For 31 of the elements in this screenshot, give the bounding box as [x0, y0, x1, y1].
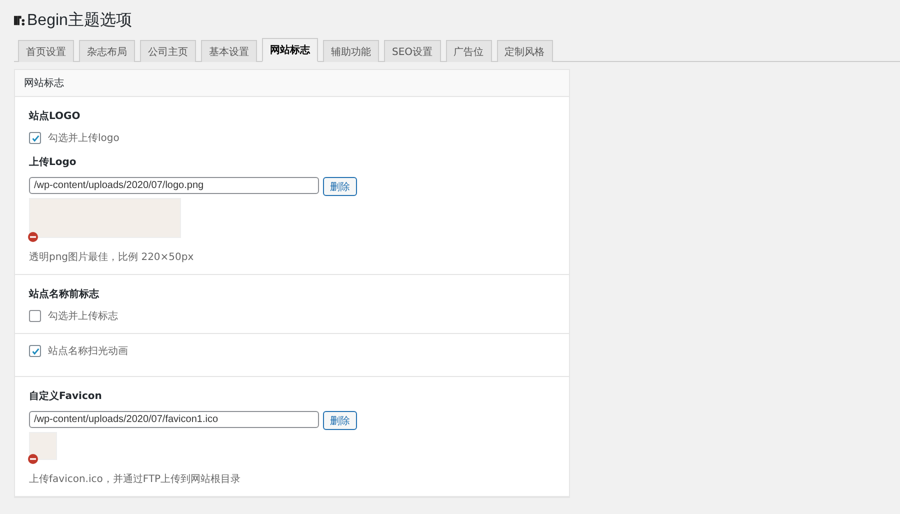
option-heading: 自定义Favicon: [29, 389, 103, 403]
tab[interactable]: 定制风格: [496, 40, 553, 62]
help-text: 上传favicon.ico，并通过FTP上传到网站根目录: [29, 472, 242, 486]
delete-button[interactable]: 删除: [323, 177, 357, 196]
page-title: Begin主题选项: [27, 10, 132, 30]
checkbox[interactable]: [29, 310, 41, 322]
option-heading: 上传Logo: [29, 156, 78, 169]
checkbox-label: 站点名称扫光动画: [48, 344, 128, 358]
remove-icon[interactable]: [28, 454, 38, 464]
checkbox[interactable]: [29, 132, 41, 144]
tab[interactable]: 网站标志: [262, 38, 318, 62]
checkbox-label: 勾选并上传标志: [48, 310, 118, 323]
url-input-field[interactable]: /wp-content/uploads/2020/07/logo.png: [29, 177, 319, 194]
tab[interactable]: 首页设置: [18, 40, 74, 62]
option-heading: 站点LOGO: [29, 110, 82, 123]
option-heading: 站点名称前标志: [29, 288, 100, 301]
tab[interactable]: 公司主页: [140, 40, 196, 62]
remove-icon[interactable]: [28, 232, 38, 242]
help-text: 透明png图片最佳，比例 220×50px: [29, 250, 195, 264]
tab[interactable]: 辅助功能: [323, 40, 379, 62]
image-preview-placeholder: [29, 432, 57, 460]
tab[interactable]: SEO设置: [384, 40, 441, 62]
delete-button[interactable]: 删除: [323, 411, 357, 430]
tab[interactable]: 广告位: [446, 40, 492, 62]
theme-logo-icon: [14, 14, 25, 26]
tab[interactable]: 杂志布局: [79, 40, 135, 62]
url-input-field[interactable]: /wp-content/uploads/2020/07/favicon1.ico: [29, 411, 319, 428]
panel-header: 网站标志: [15, 70, 569, 97]
tab[interactable]: 基本设置: [201, 40, 257, 62]
checkbox[interactable]: [29, 345, 41, 357]
checkbox-label: 勾选并上传logo: [48, 132, 120, 145]
